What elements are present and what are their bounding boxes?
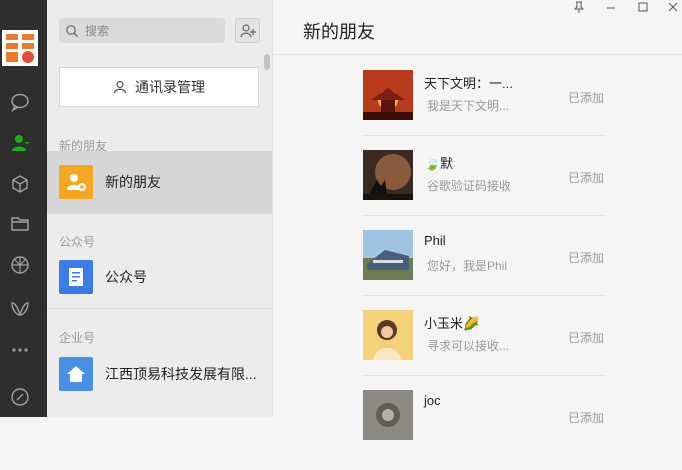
contacts-panel: 搜索 通讯录管理 新的朋友 新的朋友 公众号 公众号 企业号 江西顶易科技发展有…	[47, 0, 272, 417]
friend-avatar	[363, 230, 413, 280]
friend-status: 已添加	[568, 171, 605, 185]
contacts-manage-label: 通讯录管理	[135, 79, 205, 95]
friend-name: 小玉米🌽	[424, 316, 480, 331]
friend-avatar	[363, 150, 413, 200]
friend-avatar	[363, 70, 413, 120]
friend-name: 🍃默	[424, 156, 454, 171]
list-item-label: 江西顶易科技发展有限...	[105, 366, 257, 382]
search-input[interactable]: 搜索	[85, 22, 109, 39]
minimize-button[interactable]	[599, 0, 623, 14]
divider	[363, 135, 605, 136]
divider	[363, 215, 605, 216]
folder-icon[interactable]	[8, 212, 32, 236]
scrollbar[interactable]	[264, 54, 270, 70]
chat-icon[interactable]	[8, 90, 32, 114]
friend-item[interactable]: Phil 您好，我是Phil 已添加	[363, 230, 605, 310]
friend-item[interactable]: 🍃默 谷歌验证码接收 已添加	[363, 150, 605, 230]
avatar[interactable]	[2, 30, 38, 66]
official-account-icon	[59, 260, 93, 294]
friend-message: 寻求可以接收...	[427, 339, 510, 353]
user-icon	[113, 80, 127, 94]
divider	[47, 213, 272, 214]
close-button[interactable]	[661, 0, 682, 14]
detail-panel: 新的朋友 天下文明：一... 我是天下文明... 已添加 �	[272, 0, 682, 440]
page-title: 新的朋友	[303, 22, 375, 42]
contacts-icon[interactable]	[8, 131, 32, 155]
contacts-manage-button[interactable]: 通讯录管理	[59, 67, 259, 107]
cube-icon[interactable]	[8, 172, 32, 196]
mini-program-icon[interactable]	[8, 297, 32, 321]
home-icon	[59, 357, 93, 391]
divider	[47, 308, 272, 309]
divider	[363, 295, 605, 296]
add-user-icon	[239, 23, 256, 37]
maximize-button[interactable]	[631, 0, 655, 14]
list-item-official[interactable]: 公众号	[47, 246, 272, 308]
divider	[273, 54, 682, 55]
friend-status: 已添加	[568, 411, 605, 425]
friend-message: 您好，我是Phil	[427, 259, 508, 273]
friend-status: 已添加	[568, 251, 605, 265]
divider	[363, 375, 605, 376]
friend-avatar	[363, 310, 413, 360]
pin-icon[interactable]	[567, 0, 591, 14]
friend-item[interactable]: 天下文明：一... 我是天下文明... 已添加	[363, 70, 605, 150]
friend-name: 天下文明：一...	[424, 76, 513, 91]
friend-item[interactable]: 小玉米🌽 寻求可以接收... 已添加	[363, 310, 605, 390]
nav-rail	[0, 0, 47, 417]
friend-message: 谷歌验证码接收	[427, 179, 512, 193]
settings-icon[interactable]	[8, 385, 32, 409]
add-contact-button[interactable]	[235, 18, 260, 43]
friend-name: Phil	[424, 233, 446, 248]
friend-name: joc	[424, 393, 441, 408]
search-box[interactable]: 搜索	[59, 18, 225, 43]
friend-status: 已添加	[568, 331, 605, 345]
list-item-new-friends[interactable]: 新的朋友	[47, 151, 272, 213]
friend-status: 已添加	[568, 91, 605, 105]
list-item-label: 公众号	[105, 269, 147, 285]
list-item-enterprise[interactable]: 江西顶易科技发展有限...	[47, 343, 272, 405]
search-icon	[66, 24, 79, 37]
moments-icon[interactable]	[8, 253, 32, 277]
list-item-label: 新的朋友	[105, 174, 161, 190]
friend-avatar	[363, 390, 413, 440]
friend-item[interactable]: joc 已添加	[363, 390, 605, 470]
friend-message: 我是天下文明...	[427, 99, 510, 113]
more-icon[interactable]	[8, 338, 32, 362]
new-friend-icon	[59, 165, 93, 199]
